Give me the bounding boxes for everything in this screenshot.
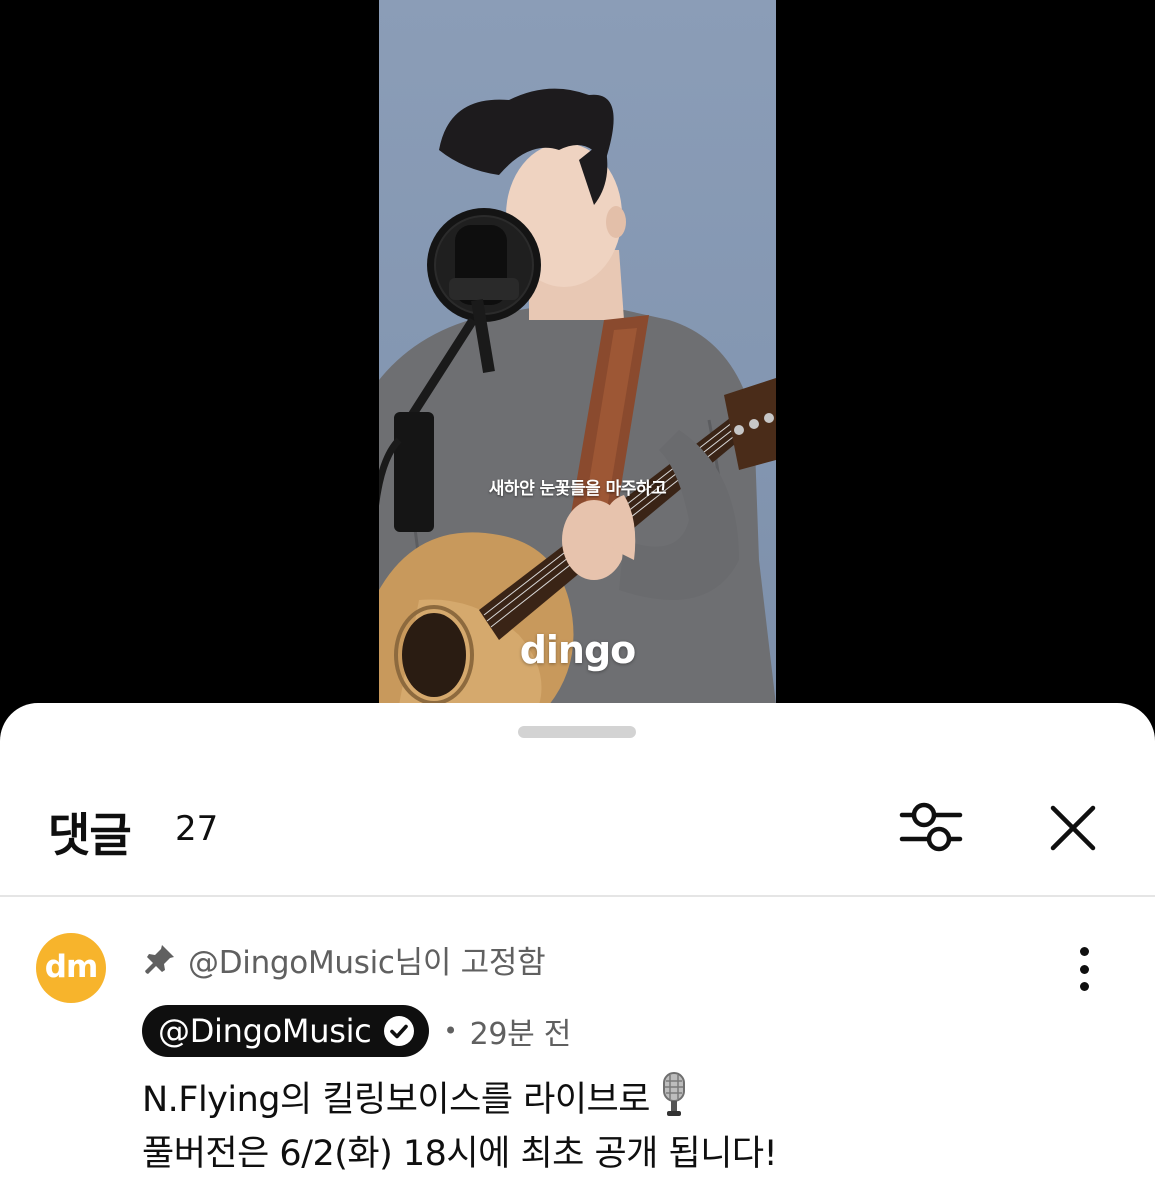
video-subtitle: 새하얀 눈꽃들을 마주하고	[488, 479, 667, 499]
comment-body: N.Flying의 킬링보이스를 라이브로 풀버전은 6/2(화) 18시에 최…	[142, 1071, 1102, 1181]
avatar-logo: dm	[44, 948, 98, 985]
pin-icon	[145, 945, 174, 974]
dingo-watermark-logo: dingo	[519, 628, 637, 672]
comments-sheet: 댓글 27 dm @DingoMusic님이 고정함 @DingoMusic •…	[0, 703, 1155, 1200]
channel-avatar[interactable]: dm	[36, 933, 106, 1003]
microphone-emoji-icon	[662, 1072, 685, 1116]
performer-illustration	[379, 88, 776, 705]
comment-meta-row: @DingoMusic • 29분 전	[142, 1005, 571, 1057]
close-icon	[1050, 805, 1096, 851]
more-vert-icon-dot	[1079, 947, 1089, 956]
close-comments-button[interactable]	[1045, 800, 1101, 856]
sort-filter-button[interactable]	[898, 798, 964, 856]
sheet-drag-handle[interactable]	[518, 726, 636, 738]
comment-author-name: @DingoMusic	[158, 1012, 372, 1050]
more-vert-icon-dot	[1079, 982, 1089, 991]
comment-line-1-text: N.Flying의 킬링보이스를 라이브로	[142, 1080, 650, 1120]
comments-count: 27	[175, 809, 219, 849]
more-vert-icon-dot	[1079, 964, 1089, 974]
header-divider	[0, 895, 1155, 897]
verified-check-icon	[384, 1016, 415, 1046]
meta-separator: •	[443, 1017, 458, 1045]
sliders-icon	[899, 802, 963, 852]
comments-title: 댓글	[48, 808, 132, 862]
pinned-indicator: @DingoMusic님이 고정함	[142, 937, 546, 981]
comment-line-1: N.Flying의 킬링보이스를 라이브로	[142, 1071, 1102, 1127]
pinned-label: @DingoMusic님이 고정함	[188, 944, 546, 981]
author-chip[interactable]: @DingoMusic	[142, 1005, 430, 1057]
video-frame[interactable]: 새하얀 눈꽃들을 마주하고 dingo	[379, 0, 776, 705]
comment-more-options-button[interactable]	[1066, 947, 1102, 991]
video-player[interactable]: 새하얀 눈꽃들을 마주하고 dingo	[0, 0, 1155, 705]
comment-timestamp: 29분 전	[469, 1017, 572, 1052]
comment-line-2: 풀버전은 6/2(화) 18시에 최초 공개 됩니다!	[142, 1134, 778, 1174]
